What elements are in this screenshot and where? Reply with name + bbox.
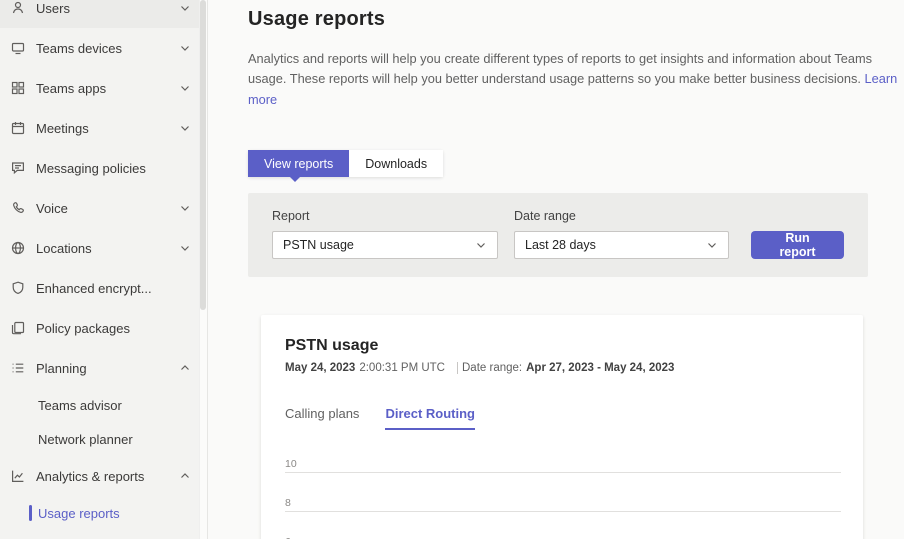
devices-icon xyxy=(10,40,26,56)
meta-divider xyxy=(457,362,458,374)
chart-gridline xyxy=(285,511,841,512)
tab-calling-plans[interactable]: Calling plans xyxy=(285,406,359,430)
report-select-label: Report xyxy=(272,209,498,223)
date-range-group: Date range Last 28 days xyxy=(514,209,729,259)
sidebar-item-teams-devices[interactable]: Teams devices xyxy=(0,28,207,68)
chart-gridline xyxy=(285,472,841,473)
shield-icon xyxy=(10,280,26,296)
sidebar-item-label: Meetings xyxy=(36,121,179,136)
report-tabs: View reports Downloads xyxy=(248,150,443,177)
sidebar-item-users[interactable]: Users xyxy=(0,0,207,28)
date-range-label: Date range xyxy=(514,209,729,223)
chevron-down-icon xyxy=(475,239,487,251)
report-select-dropdown[interactable]: PSTN usage xyxy=(272,231,498,259)
report-select-value: PSTN usage xyxy=(283,238,354,252)
chevron-up-icon xyxy=(179,362,191,374)
tab-downloads[interactable]: Downloads xyxy=(349,150,443,177)
date-range-value: Last 28 days xyxy=(525,238,596,252)
apps-icon xyxy=(10,80,26,96)
users-icon xyxy=(10,0,26,16)
phone-icon xyxy=(10,200,26,216)
sidebar-item-label: Teams devices xyxy=(36,41,179,56)
chevron-down-icon xyxy=(179,242,191,254)
sidebar-scrollbar-thumb[interactable] xyxy=(200,0,206,310)
sidebar-item-label: Messaging policies xyxy=(36,161,197,176)
y-axis-tick-label: 8 xyxy=(285,497,841,509)
sidebar-item-planning[interactable]: Planning xyxy=(0,348,207,388)
chevron-down-icon xyxy=(179,2,191,14)
calendar-icon xyxy=(10,120,26,136)
main-content: Usage reports Analytics and reports will… xyxy=(208,0,904,539)
chevron-down-icon xyxy=(179,82,191,94)
sidebar-scrollbar[interactable] xyxy=(199,0,207,539)
chevron-down-icon xyxy=(179,202,191,214)
chart-tick-row: 8 xyxy=(285,497,841,512)
run-report-button[interactable]: Run report xyxy=(751,231,844,259)
policy-icon xyxy=(10,320,26,336)
chevron-down-icon xyxy=(179,122,191,134)
report-filter-panel: Report PSTN usage Date range Last 28 day… xyxy=(248,193,868,277)
sidebar-item-meetings[interactable]: Meetings xyxy=(0,108,207,148)
page-description: Analytics and reports will help you crea… xyxy=(248,49,898,110)
selected-indicator xyxy=(29,505,32,521)
sidebar-item-label: Locations xyxy=(36,241,179,256)
sidebar-nav: Users Teams devices Teams apps xyxy=(0,0,207,530)
sidebar-item-label: Policy packages xyxy=(36,321,197,336)
report-card: PSTN usage May 24, 2023 2:00:31 PM UTC D… xyxy=(261,315,863,539)
chevron-down-icon xyxy=(179,42,191,54)
sidebar-item-label: Teams advisor xyxy=(38,398,197,413)
pstn-usage-chart: 10 8 6 xyxy=(285,458,841,539)
report-generated-date: May 24, 2023 xyxy=(285,362,355,374)
date-range-dropdown[interactable]: Last 28 days xyxy=(514,231,729,259)
list-icon xyxy=(10,360,26,376)
report-select-group: Report PSTN usage xyxy=(272,209,498,259)
sidebar-item-network-planner[interactable]: Network planner xyxy=(0,422,207,456)
sidebar-item-label: Users xyxy=(36,1,179,16)
chevron-up-icon xyxy=(179,470,191,482)
chevron-down-icon xyxy=(706,239,718,251)
y-axis-tick-label: 10 xyxy=(285,458,841,470)
tab-view-reports[interactable]: View reports xyxy=(248,150,349,177)
sidebar-item-enhanced-encryption[interactable]: Enhanced encrypt... xyxy=(0,268,207,308)
sidebar-item-label: Teams apps xyxy=(36,81,179,96)
sidebar-item-label: Planning xyxy=(36,361,179,376)
sidebar: Users Teams devices Teams apps xyxy=(0,0,208,539)
sidebar-item-label: Usage reports xyxy=(38,506,197,521)
sidebar-item-messaging-policies[interactable]: Messaging policies xyxy=(0,148,207,188)
report-meta: May 24, 2023 2:00:31 PM UTC Date range: … xyxy=(285,362,839,374)
report-card-tabs: Calling plans Direct Routing xyxy=(285,406,839,430)
sidebar-item-label: Enhanced encrypt... xyxy=(36,281,197,296)
page-description-text: Analytics and reports will help you crea… xyxy=(248,51,872,86)
sidebar-item-locations[interactable]: Locations xyxy=(0,228,207,268)
sidebar-item-label: Analytics & reports xyxy=(36,469,179,484)
analytics-icon xyxy=(10,468,26,484)
sidebar-item-usage-reports[interactable]: Usage reports xyxy=(0,496,207,530)
page-title: Usage reports xyxy=(248,8,904,31)
report-date-range-label: Date range: xyxy=(462,362,522,374)
report-generated-time: 2:00:31 PM UTC xyxy=(359,362,445,374)
report-card-title: PSTN usage xyxy=(285,337,839,355)
chat-icon xyxy=(10,160,26,176)
tab-direct-routing[interactable]: Direct Routing xyxy=(385,406,475,430)
sidebar-item-label: Voice xyxy=(36,201,179,216)
sidebar-item-teams-apps[interactable]: Teams apps xyxy=(0,68,207,108)
sidebar-item-policy-packages[interactable]: Policy packages xyxy=(0,308,207,348)
chart-tick-row: 10 xyxy=(285,458,841,473)
sidebar-item-analytics-reports[interactable]: Analytics & reports xyxy=(0,456,207,496)
report-date-range-value: Apr 27, 2023 - May 24, 2023 xyxy=(526,362,674,374)
sidebar-item-voice[interactable]: Voice xyxy=(0,188,207,228)
globe-icon xyxy=(10,240,26,256)
sidebar-item-label: Network planner xyxy=(38,432,197,447)
sidebar-item-teams-advisor[interactable]: Teams advisor xyxy=(0,388,207,422)
